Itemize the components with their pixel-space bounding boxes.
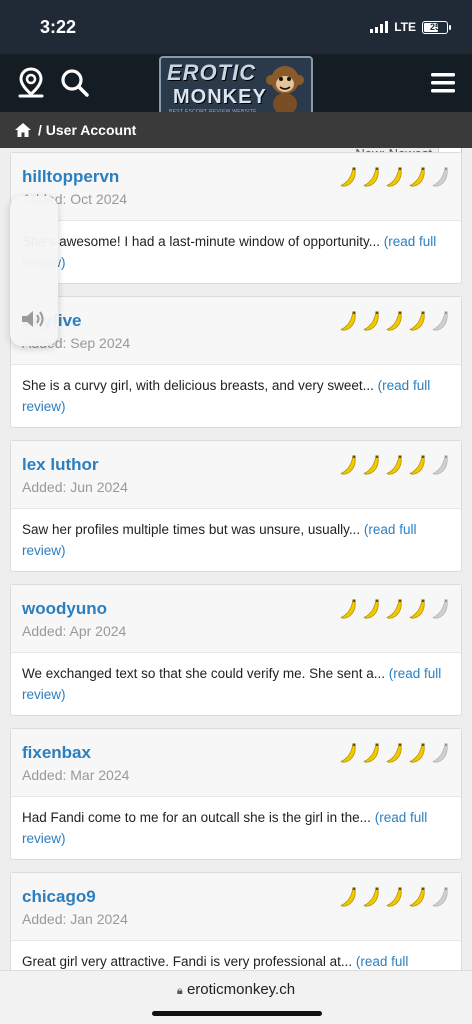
review-excerpt: Saw her profiles multiple times but was … xyxy=(11,509,461,571)
review-excerpt: We exchanged text so that she could veri… xyxy=(11,653,461,715)
banana-full-icon xyxy=(363,743,379,763)
banana-full-icon xyxy=(363,311,379,331)
banana-full-icon xyxy=(386,599,402,619)
review-date: Added: Jun 2024 xyxy=(22,479,128,495)
url-domain-text: eroticmonkey.ch xyxy=(186,981,296,998)
review-card: lex luthor Added: Jun 2024 Saw her profile… xyxy=(10,440,462,572)
home-icon[interactable] xyxy=(14,122,32,138)
banana-full-icon xyxy=(340,455,356,475)
review-card: boyfiveAdded: Sep 2024 She is a curvy gir… xyxy=(10,296,462,428)
battery-level: 25 xyxy=(429,22,440,32)
banana-rating xyxy=(339,167,451,189)
review-header: hilltoppervn Added: Oct 2024 xyxy=(11,153,461,221)
banana-full-icon xyxy=(363,455,379,475)
site-logo[interactable]: EROTIC MONKEY BEST ESCORT REVIEW WEBSITE xyxy=(159,56,313,118)
status-time: 3:22 xyxy=(40,17,77,37)
signal-icon xyxy=(370,21,389,33)
review-card: hilltoppervn Added: Oct 2024 She's awesome… xyxy=(10,152,462,284)
banana-full-icon xyxy=(386,167,402,187)
review-excerpt: She's awesome! I had a last-minute windo… xyxy=(11,221,461,283)
monkey-mascot-icon xyxy=(266,66,304,115)
review-text: Had Fandi come to me for an outcall she … xyxy=(22,810,371,825)
network-label: LTE xyxy=(394,20,416,34)
review-text: Great girl very attractive. Fandi is ver… xyxy=(22,954,353,969)
review-excerpt: Great girl very attractive. Fandi is ver… xyxy=(11,941,461,970)
review-date: Added: Jan 2024 xyxy=(22,911,128,927)
status-bar: 3:22 LTE 25 xyxy=(0,0,472,54)
banana-empty-icon xyxy=(432,167,448,187)
banana-full-icon xyxy=(340,167,356,187)
banana-full-icon xyxy=(363,887,379,907)
audio-overlay[interactable] xyxy=(10,196,58,346)
reviewer-name[interactable]: fixenbax xyxy=(22,743,91,763)
review-card: fixenbax Added: Mar 2024 Had Fandi come to… xyxy=(10,728,462,860)
review-text: Saw her profiles multiple times but was … xyxy=(22,522,361,537)
url-domain[interactable]: 🔒︎ eroticmonkey.ch xyxy=(0,981,472,998)
banana-empty-icon xyxy=(432,887,448,907)
review-header: chicago9 Added: Jan 2024 xyxy=(11,873,461,941)
lock-icon: 🔒︎ xyxy=(176,985,183,997)
banana-full-icon xyxy=(386,743,402,763)
review-header: lex luthor Added: Jun 2024 xyxy=(11,441,461,509)
review-header: fixenbax Added: Mar 2024 xyxy=(11,729,461,797)
banana-full-icon xyxy=(386,887,402,907)
banana-full-icon xyxy=(363,599,379,619)
banana-full-icon xyxy=(340,743,356,763)
breadcrumb: / User Account xyxy=(0,112,472,148)
review-card: chicago9 Added: Jan 2024 Great girl very a… xyxy=(10,872,462,970)
banana-full-icon xyxy=(409,311,425,331)
banana-rating xyxy=(339,599,451,621)
review-card: woodyuno Added: Apr 2024 We exchanged text… xyxy=(10,584,462,716)
banana-rating xyxy=(339,743,451,765)
search-icon[interactable] xyxy=(58,66,92,100)
speaker-icon[interactable] xyxy=(20,308,48,330)
menu-icon[interactable] xyxy=(426,66,460,100)
logo-line-1: EROTIC xyxy=(167,60,257,85)
review-date: Added: Apr 2024 xyxy=(22,623,127,639)
browser-url-bar[interactable]: 🔒︎ eroticmonkey.ch xyxy=(0,970,472,1024)
review-text: She is a curvy girl, with delicious brea… xyxy=(22,378,374,393)
status-indicators: LTE 25 xyxy=(370,20,451,34)
banana-full-icon xyxy=(386,311,402,331)
banana-full-icon xyxy=(340,599,356,619)
banana-empty-icon xyxy=(432,599,448,619)
review-list: New: Newest hilltoppervnAdded: Oct 2024S… xyxy=(0,148,472,970)
banana-full-icon xyxy=(340,887,356,907)
breadcrumb-current[interactable]: / User Account xyxy=(38,122,136,138)
banana-full-icon xyxy=(409,599,425,619)
review-header: boyfiveAdded: Sep 2024 xyxy=(11,297,461,365)
banana-full-icon xyxy=(409,887,425,907)
location-icon[interactable] xyxy=(14,66,48,100)
review-excerpt: She is a curvy girl, with delicious brea… xyxy=(11,365,461,427)
banana-rating xyxy=(339,311,451,333)
banana-full-icon xyxy=(409,743,425,763)
reviewer-name[interactable]: hilltoppervn xyxy=(22,167,119,187)
banana-full-icon xyxy=(386,455,402,475)
banana-full-icon xyxy=(409,167,425,187)
banana-empty-icon xyxy=(432,743,448,763)
banana-empty-icon xyxy=(432,311,448,331)
review-text: We exchanged text so that she could veri… xyxy=(22,666,385,681)
reviewer-name[interactable]: lex luthor xyxy=(22,455,99,475)
banana-full-icon xyxy=(363,167,379,187)
reviewer-name[interactable]: woodyuno xyxy=(22,599,107,619)
review-excerpt: Had Fandi come to me for an outcall she … xyxy=(11,797,461,859)
banana-full-icon xyxy=(340,311,356,331)
review-header: woodyuno Added: Apr 2024 xyxy=(11,585,461,653)
banana-empty-icon xyxy=(432,455,448,475)
logo-line-2: MONKEY xyxy=(173,86,267,108)
review-date: Added: Mar 2024 xyxy=(22,767,130,783)
reviewer-name[interactable]: chicago9 xyxy=(22,887,96,907)
home-indicator[interactable] xyxy=(152,1011,322,1016)
review-text: She's awesome! I had a last-minute windo… xyxy=(22,234,381,249)
banana-full-icon xyxy=(409,455,425,475)
banana-rating xyxy=(339,455,451,477)
battery-icon: 25 xyxy=(422,20,451,34)
banana-rating xyxy=(339,887,451,909)
